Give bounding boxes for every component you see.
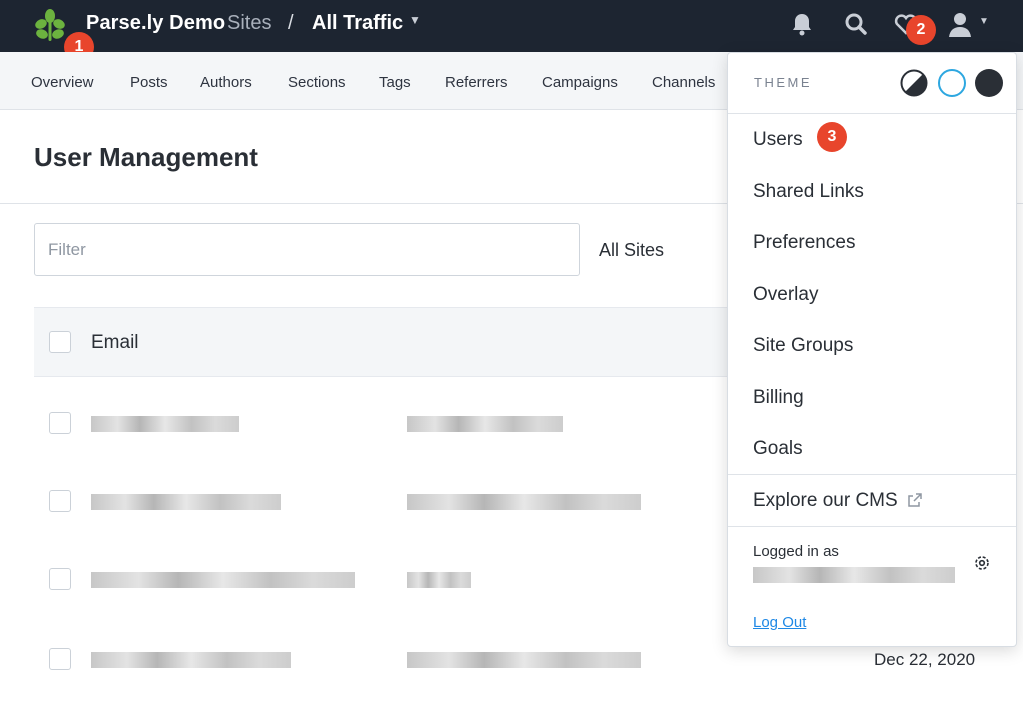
breadcrumb-separator: / — [288, 12, 294, 34]
traffic-selector[interactable]: All Traffic — [312, 12, 403, 35]
user-icon[interactable] — [946, 10, 974, 38]
nav-sections[interactable]: Sections — [288, 74, 346, 91]
redacted-email — [91, 416, 239, 432]
bell-icon[interactable] — [788, 10, 816, 38]
redacted-name — [407, 572, 471, 588]
theme-light-swatch[interactable] — [938, 69, 966, 97]
menu-item-explore-cms[interactable]: Explore our CMS — [753, 490, 923, 512]
table-header — [34, 307, 734, 377]
gear-icon[interactable] — [972, 553, 992, 573]
search-icon[interactable] — [842, 10, 870, 38]
menu-item-billing[interactable]: Billing — [753, 387, 804, 409]
logged-in-as-label: Logged in as — [753, 543, 839, 560]
row-checkbox[interactable] — [49, 412, 71, 434]
parsely-leaf-icon[interactable] — [32, 7, 68, 43]
menu-divider — [728, 526, 1016, 527]
menu-item-users[interactable]: Users — [753, 129, 803, 151]
menu-divider — [728, 113, 1016, 114]
explore-cms-label: Explore our CMS — [753, 490, 898, 511]
nav-posts[interactable]: Posts — [130, 74, 168, 91]
external-link-icon — [908, 493, 922, 507]
theme-label: THEME — [754, 75, 812, 90]
row-date: Dec 22, 2020 — [874, 650, 976, 669]
sites-link[interactable]: Sites — [227, 12, 271, 35]
redacted-email — [91, 572, 355, 588]
chevron-down-icon[interactable]: ▼ — [409, 13, 421, 27]
email-column-header[interactable]: Email — [91, 332, 139, 354]
filter-input[interactable] — [34, 223, 580, 276]
redacted-name — [407, 652, 641, 668]
step-badge-3: 3 — [817, 122, 847, 152]
redacted-name — [407, 416, 563, 432]
site-scope-selector[interactable]: All Sites — [599, 240, 664, 261]
nav-overview[interactable]: Overview — [31, 74, 94, 91]
nav-channels[interactable]: Channels — [652, 74, 715, 91]
redacted-email — [91, 652, 291, 668]
select-all-checkbox[interactable] — [49, 331, 71, 353]
redacted-user-email — [753, 567, 955, 583]
menu-item-goals[interactable]: Goals — [753, 438, 803, 460]
brand-name[interactable]: Parse.ly Demo — [86, 12, 225, 35]
menu-item-site-groups[interactable]: Site Groups — [753, 335, 853, 357]
row-checkbox[interactable] — [49, 490, 71, 512]
nav-referrers[interactable]: Referrers — [445, 74, 508, 91]
user-menu-chevron-icon[interactable]: ▼ — [979, 16, 989, 27]
redacted-name — [407, 494, 641, 510]
menu-divider — [728, 474, 1016, 475]
step-badge-2: 2 — [906, 15, 936, 45]
logout-link[interactable]: Log Out — [753, 614, 806, 631]
nav-authors[interactable]: Authors — [200, 74, 252, 91]
menu-item-shared-links[interactable]: Shared Links — [753, 181, 864, 203]
nav-campaigns[interactable]: Campaigns — [542, 74, 618, 91]
top-bar: Parse.ly Demo Sites / All Traffic ▼ ▼ — [0, 0, 1023, 52]
row-checkbox[interactable] — [49, 568, 71, 590]
menu-item-preferences[interactable]: Preferences — [753, 232, 855, 254]
nav-tags[interactable]: Tags — [379, 74, 411, 91]
redacted-email — [91, 494, 281, 510]
menu-item-overlay[interactable]: Overlay — [753, 284, 818, 306]
row-checkbox[interactable] — [49, 648, 71, 670]
page-title: User Management — [34, 142, 258, 172]
theme-dark-swatch[interactable] — [975, 69, 1003, 97]
user-dropdown-menu: THEME Users Shared Links Preferences Ove… — [727, 52, 1017, 647]
theme-auto-swatch[interactable] — [900, 69, 928, 97]
